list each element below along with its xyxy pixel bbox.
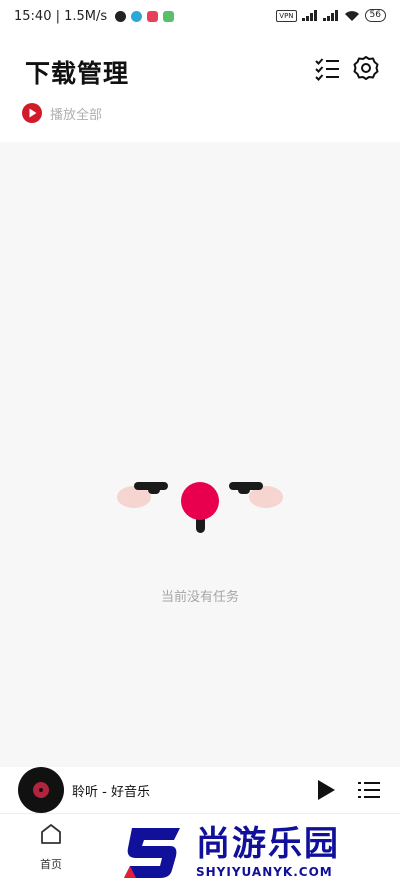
- status-right: VPN 56: [276, 9, 386, 22]
- watermark-logo: 尚游乐园 SHYIYUANYK.COM: [118, 818, 400, 888]
- home-icon: [41, 824, 61, 844]
- app-notification-icon: [131, 11, 143, 22]
- status-bar: 15:40 | 1.5M/s VPN 56: [0, 0, 400, 34]
- watermark-brand: 尚游乐园: [196, 824, 340, 864]
- signal-icon: [301, 10, 317, 21]
- vpn-icon: VPN: [276, 9, 297, 22]
- empty-state-illustration: [117, 482, 283, 533]
- status-time-speed: 15:40 | 1.5M/s: [14, 9, 108, 24]
- download-list-area: 当前没有任务: [0, 142, 400, 767]
- app-notification-icon: [163, 11, 175, 22]
- nav-home-tab[interactable]: 首页: [26, 822, 76, 872]
- wifi-icon: [344, 10, 359, 21]
- battery-icon: 56: [364, 9, 386, 22]
- alarm-icon: [115, 11, 127, 22]
- status-left: 15:40 | 1.5M/s: [14, 9, 175, 24]
- multi-select-icon[interactable]: [314, 56, 340, 82]
- play-all-label: 播放全部: [50, 107, 103, 123]
- nav-home-label: 首页: [40, 858, 62, 871]
- play-circle-icon: [22, 103, 42, 123]
- app-notification-icon: [147, 11, 159, 22]
- header: 下载管理: [0, 34, 400, 108]
- play-all-button[interactable]: 播放全部: [22, 103, 102, 123]
- play-icon[interactable]: [316, 779, 336, 801]
- playlist-icon[interactable]: [358, 779, 380, 801]
- settings-gear-icon[interactable]: [353, 55, 379, 81]
- signal-icon: [322, 10, 338, 21]
- empty-state-message: 当前没有任务: [160, 590, 239, 605]
- page-title: 下载管理: [25, 59, 130, 88]
- watermark-domain: SHYIYUANYK.COM: [196, 865, 333, 879]
- now-playing-title[interactable]: 聆听 - 好音乐: [72, 781, 150, 800]
- album-disc[interactable]: [18, 767, 64, 813]
- notification-icons: [115, 11, 175, 22]
- watermark-s-logo: [124, 828, 180, 878]
- mini-player[interactable]: 聆听 - 好音乐: [0, 767, 400, 813]
- album-disc-hole: [39, 788, 43, 792]
